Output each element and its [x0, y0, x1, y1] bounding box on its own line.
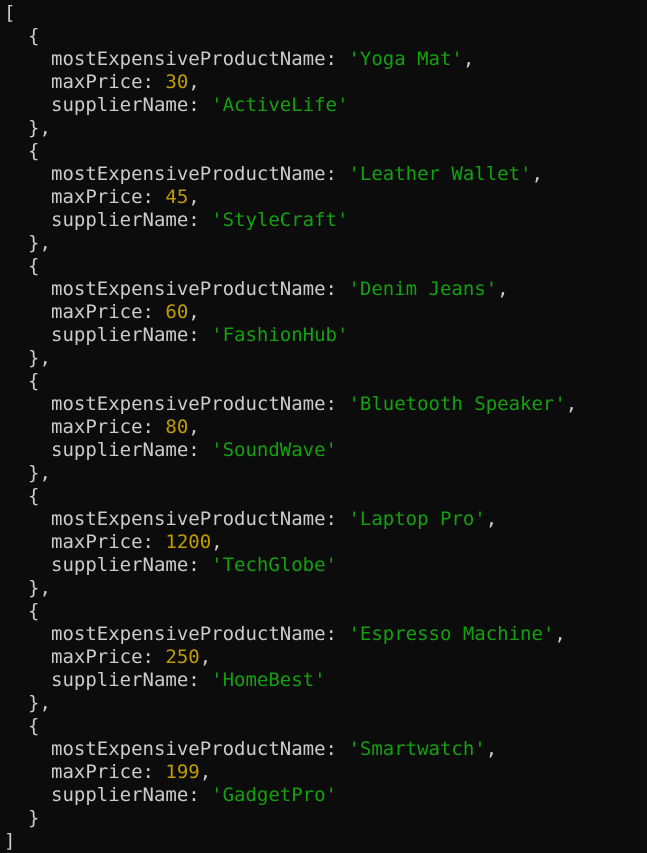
record-product-line: mostExpensiveProductName: 'Laptop Pro',	[51, 508, 498, 530]
supplier-name: 'HomeBest'	[211, 669, 326, 691]
max-price: 30	[165, 71, 189, 93]
product-name: 'Denim Jeans'	[348, 278, 498, 300]
max-price: 60	[165, 301, 189, 323]
record-open-brace: {	[28, 25, 40, 47]
max-price: 199	[165, 761, 200, 783]
close-bracket: ]	[4, 830, 16, 852]
field-key: supplierName	[51, 324, 189, 346]
field-key: maxPrice	[51, 71, 143, 93]
max-price: 45	[165, 186, 189, 208]
field-key: mostExpensiveProductName	[51, 163, 326, 185]
product-name: 'Yoga Mat'	[348, 48, 463, 70]
record-price-line: maxPrice: 250,	[51, 646, 212, 668]
record-open-brace: {	[28, 370, 40, 392]
field-key: maxPrice	[51, 531, 143, 553]
product-name: 'Leather Wallet'	[348, 163, 532, 185]
product-name: 'Bluetooth Speaker'	[348, 393, 566, 415]
record-open-brace: {	[28, 715, 40, 737]
field-key: mostExpensiveProductName	[51, 508, 326, 530]
field-key: maxPrice	[51, 416, 143, 438]
field-key: mostExpensiveProductName	[51, 278, 326, 300]
record-close-brace: },	[28, 692, 51, 714]
supplier-name: 'StyleCraft'	[211, 209, 349, 231]
query-output: [{mostExpensiveProductName: 'Yoga Mat', m…	[0, 2, 647, 853]
record-supplier-line: supplierName: 'StyleCraft'	[51, 209, 349, 231]
record-supplier-line: supplierName: 'SoundWave'	[51, 439, 338, 461]
open-bracket: [	[4, 2, 16, 24]
record-open-brace: {	[28, 255, 40, 277]
supplier-name: 'FashionHub'	[211, 324, 349, 346]
record-price-line: maxPrice: 80,	[51, 416, 200, 438]
field-key: mostExpensiveProductName	[51, 738, 326, 760]
field-key: mostExpensiveProductName	[51, 48, 326, 70]
record-price-line: maxPrice: 60,	[51, 301, 200, 323]
field-key: maxPrice	[51, 761, 143, 783]
record-supplier-line: supplierName: 'TechGlobe'	[51, 554, 338, 576]
record-price-line: maxPrice: 199,	[51, 761, 212, 783]
field-key: supplierName	[51, 209, 189, 231]
record-product-line: mostExpensiveProductName: 'Denim Jeans',	[51, 278, 509, 300]
record-close-brace: },	[28, 577, 51, 599]
field-key: mostExpensiveProductName	[51, 623, 326, 645]
record-close-brace: }	[28, 807, 40, 829]
record-supplier-line: supplierName: 'ActiveLife'	[51, 94, 349, 116]
record-price-line: maxPrice: 45,	[51, 186, 200, 208]
supplier-name: 'SoundWave'	[211, 439, 338, 461]
supplier-name: 'ActiveLife'	[211, 94, 349, 116]
record-open-brace: {	[28, 140, 40, 162]
record-supplier-line: supplierName: 'HomeBest'	[51, 669, 326, 691]
record-close-brace: },	[28, 347, 51, 369]
terminal-window[interactable]: [{mostExpensiveProductName: 'Yoga Mat', m…	[0, 0, 647, 853]
record-close-brace: },	[28, 462, 51, 484]
field-key: maxPrice	[51, 186, 143, 208]
product-name: 'Smartwatch'	[348, 738, 486, 760]
record-price-line: maxPrice: 30,	[51, 71, 200, 93]
record-product-line: mostExpensiveProductName: 'Smartwatch',	[51, 738, 498, 760]
product-name: 'Laptop Pro'	[348, 508, 486, 530]
record-supplier-line: supplierName: 'FashionHub'	[51, 324, 349, 346]
record-close-brace: },	[28, 232, 51, 254]
field-key: maxPrice	[51, 646, 143, 668]
max-price: 250	[165, 646, 200, 668]
supplier-name: 'TechGlobe'	[211, 554, 338, 576]
record-product-line: mostExpensiveProductName: 'Bluetooth Spe…	[51, 393, 578, 415]
field-key: maxPrice	[51, 301, 143, 323]
product-name: 'Espresso Machine'	[348, 623, 555, 645]
max-price: 80	[165, 416, 189, 438]
field-key: mostExpensiveProductName	[51, 393, 326, 415]
record-close-brace: },	[28, 117, 51, 139]
record-product-line: mostExpensiveProductName: 'Espresso Mach…	[51, 623, 566, 645]
field-key: supplierName	[51, 439, 189, 461]
record-open-brace: {	[28, 600, 40, 622]
field-key: supplierName	[51, 554, 189, 576]
max-price: 1200	[165, 531, 212, 553]
record-supplier-line: supplierName: 'GadgetPro'	[51, 784, 338, 806]
record-price-line: maxPrice: 1200,	[51, 531, 223, 553]
field-key: supplierName	[51, 669, 189, 691]
field-key: supplierName	[51, 94, 189, 116]
supplier-name: 'GadgetPro'	[211, 784, 338, 806]
record-product-line: mostExpensiveProductName: 'Leather Walle…	[51, 163, 543, 185]
record-product-line: mostExpensiveProductName: 'Yoga Mat',	[51, 48, 475, 70]
record-open-brace: {	[28, 485, 40, 507]
field-key: supplierName	[51, 784, 189, 806]
